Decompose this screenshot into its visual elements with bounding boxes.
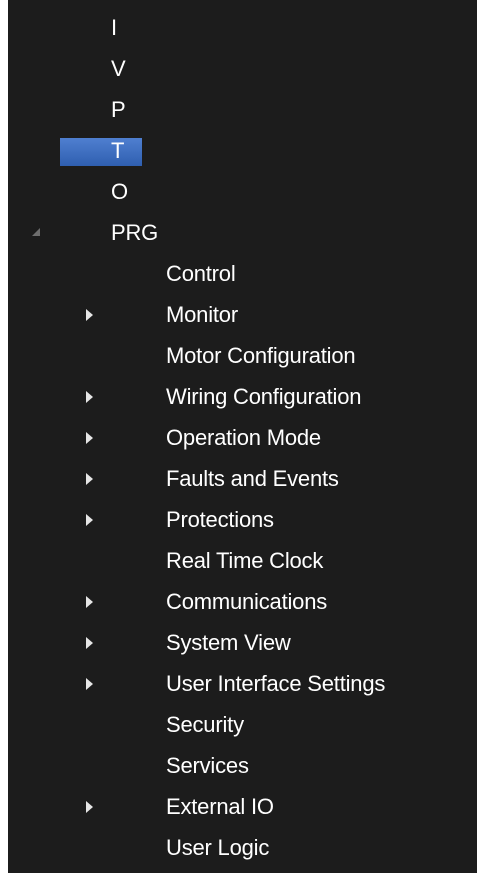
tree-item-label: User Interface Settings (166, 671, 386, 696)
tree-item-label: T (111, 138, 125, 163)
tree-item-label: Monitor (166, 302, 238, 327)
tree-item-label: External IO (166, 794, 274, 819)
tree-item-v[interactable]: V (8, 49, 477, 89)
tree-item-operation-mode[interactable]: Operation Mode (8, 418, 477, 458)
tree-item-monitor[interactable]: Monitor (8, 295, 477, 335)
tree-item-prg[interactable]: PRG (8, 213, 477, 253)
expand-arrow-icon[interactable] (86, 473, 93, 485)
expand-arrow-icon[interactable] (86, 514, 93, 526)
tree-item-wiring-configuration[interactable]: Wiring Configuration (8, 377, 477, 417)
expand-arrow-icon[interactable] (86, 678, 93, 690)
tree-item-label: Security (166, 712, 244, 737)
expanded-triangle-icon[interactable] (32, 228, 40, 236)
tree-item-label: Services (166, 753, 249, 778)
tree-item-services[interactable]: Services (8, 746, 477, 786)
tree-item-label: Protections (166, 507, 274, 532)
tree-item-o[interactable]: O (8, 172, 477, 212)
tree-item-label: Wiring Configuration (166, 384, 362, 409)
tree-item-user-interface-settings[interactable]: User Interface Settings (8, 664, 477, 704)
tree-item-label: V (111, 56, 126, 81)
expand-arrow-icon[interactable] (86, 801, 93, 813)
tree-item-label: Motor Configuration (166, 343, 356, 368)
tree-item-label: System View (166, 630, 291, 655)
expand-arrow-icon[interactable] (86, 391, 93, 403)
tree-item-user-logic[interactable]: User Logic (8, 828, 477, 868)
navigation-tree: I V P T O PRG Control Monitor Motor Conf… (8, 0, 477, 873)
tree-item-t-selected[interactable]: T (8, 131, 477, 171)
tree-item-security[interactable]: Security (8, 705, 477, 745)
tree-item-communications[interactable]: Communications (8, 582, 477, 622)
tree-item-label: Real Time Clock (166, 548, 324, 573)
tree-item-control[interactable]: Control (8, 254, 477, 294)
tree-item-faults-and-events[interactable]: Faults and Events (8, 459, 477, 499)
tree-item-label: P (111, 97, 126, 122)
tree-item-label: Communications (166, 589, 328, 614)
tree-item-label: Control (166, 261, 236, 286)
tree-item-label: I (111, 15, 117, 40)
tree-item-label: Faults and Events (166, 466, 339, 491)
tree-item-system-view[interactable]: System View (8, 623, 477, 663)
selection-highlight (60, 138, 142, 166)
tree-item-label: PRG (111, 220, 159, 245)
tree-item-motor-configuration[interactable]: Motor Configuration (8, 336, 477, 376)
expand-arrow-icon[interactable] (86, 309, 93, 321)
tree-item-label: Operation Mode (166, 425, 321, 450)
tree-item-i[interactable]: I (8, 8, 477, 48)
tree-item-label: O (111, 179, 128, 204)
expand-arrow-icon[interactable] (86, 596, 93, 608)
expand-arrow-icon[interactable] (86, 432, 93, 444)
tree-item-external-io[interactable]: External IO (8, 787, 477, 827)
expand-arrow-icon[interactable] (86, 637, 93, 649)
tree-item-label: User Logic (166, 835, 270, 860)
tree-item-p[interactable]: P (8, 90, 477, 130)
tree-item-real-time-clock[interactable]: Real Time Clock (8, 541, 477, 581)
tree-item-protections[interactable]: Protections (8, 500, 477, 540)
